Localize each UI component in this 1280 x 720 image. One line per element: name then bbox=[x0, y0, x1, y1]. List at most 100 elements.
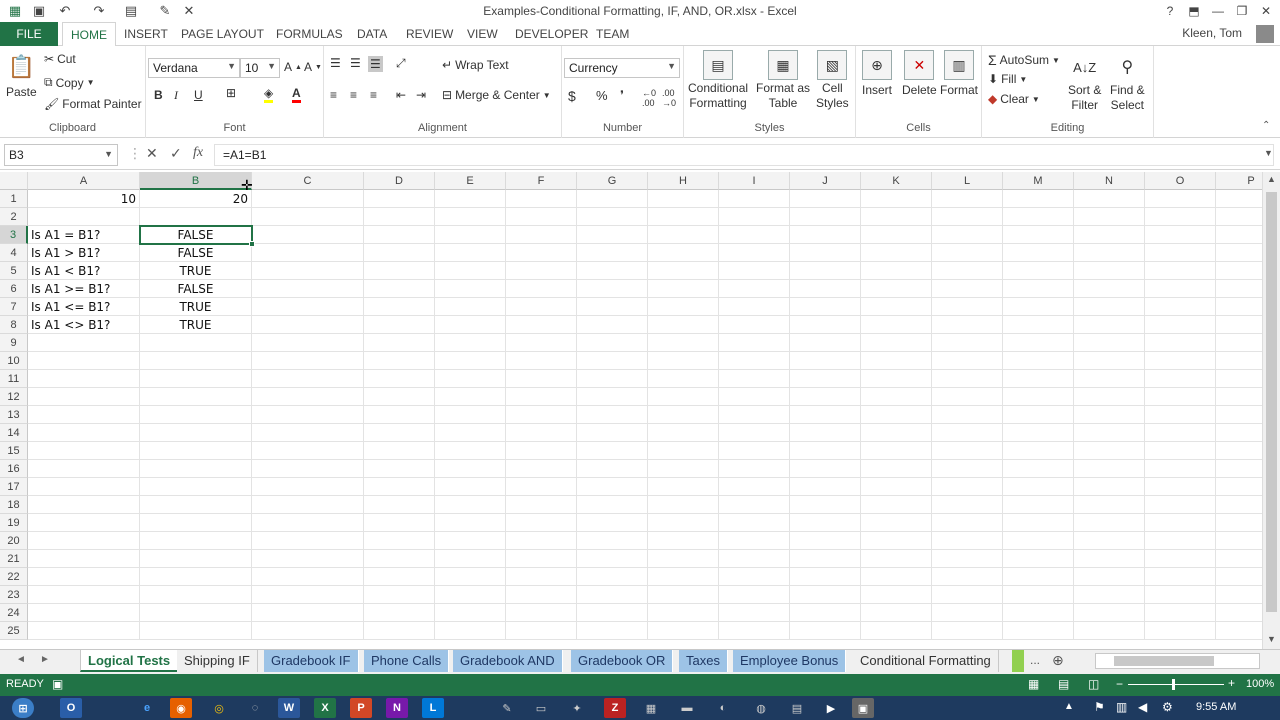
cell-p20[interactable] bbox=[1216, 532, 1262, 550]
decrease-indent-button[interactable]: ⇤ bbox=[396, 88, 406, 102]
tab-developer[interactable]: DEVELOPER bbox=[507, 22, 596, 46]
conditional-formatting-button[interactable]: ▤ Conditional Formatting bbox=[688, 50, 748, 110]
cell-p14[interactable] bbox=[1216, 424, 1262, 442]
cell-n25[interactable] bbox=[1074, 622, 1145, 640]
sheet-tab-gradebook-if[interactable]: Gradebook IF bbox=[264, 650, 359, 672]
cell-l19[interactable] bbox=[932, 514, 1003, 532]
cell-l8[interactable] bbox=[932, 316, 1003, 334]
cell-p16[interactable] bbox=[1216, 460, 1262, 478]
cell-n5[interactable] bbox=[1074, 262, 1145, 280]
cell-e21[interactable] bbox=[435, 550, 506, 568]
cell-d1[interactable] bbox=[364, 190, 435, 208]
cell-f23[interactable] bbox=[506, 586, 577, 604]
page-layout-view-icon[interactable]: ▤ bbox=[1058, 677, 1069, 691]
filezilla-icon[interactable]: Z bbox=[604, 698, 626, 718]
cell-d8[interactable] bbox=[364, 316, 435, 334]
cell-p7[interactable] bbox=[1216, 298, 1262, 316]
cell-b21[interactable] bbox=[140, 550, 252, 568]
cell-c5[interactable] bbox=[252, 262, 364, 280]
cell-e12[interactable] bbox=[435, 388, 506, 406]
cell-a4[interactable]: Is A1 > B1? bbox=[28, 244, 140, 262]
row-header-6[interactable]: 6 bbox=[0, 280, 28, 298]
cell-b20[interactable] bbox=[140, 532, 252, 550]
cell-b24[interactable] bbox=[140, 604, 252, 622]
tab-review[interactable]: REVIEW bbox=[398, 22, 461, 46]
cell-d11[interactable] bbox=[364, 370, 435, 388]
cell-c21[interactable] bbox=[252, 550, 364, 568]
clear-button[interactable]: ◆ Clear ▼ bbox=[988, 92, 1040, 106]
underline-button[interactable]: U bbox=[194, 88, 203, 102]
cell-a7[interactable]: Is A1 <= B1? bbox=[28, 298, 140, 316]
cell-h18[interactable] bbox=[648, 496, 719, 514]
cell-c14[interactable] bbox=[252, 424, 364, 442]
cell-e6[interactable] bbox=[435, 280, 506, 298]
row-header-5[interactable]: 5 bbox=[0, 262, 28, 280]
column-header-i[interactable]: I bbox=[719, 172, 790, 190]
cell-i15[interactable] bbox=[719, 442, 790, 460]
cell-f17[interactable] bbox=[506, 478, 577, 496]
cell-i5[interactable] bbox=[719, 262, 790, 280]
powerpoint-icon[interactable]: P bbox=[350, 698, 372, 718]
cell-m22[interactable] bbox=[1003, 568, 1074, 586]
autosum-button[interactable]: Σ AutoSum ▼ bbox=[988, 52, 1060, 68]
cell-c25[interactable] bbox=[252, 622, 364, 640]
cell-c17[interactable] bbox=[252, 478, 364, 496]
cell-o8[interactable] bbox=[1145, 316, 1216, 334]
cell-h16[interactable] bbox=[648, 460, 719, 478]
column-header-g[interactable]: G bbox=[577, 172, 648, 190]
cell-o3[interactable] bbox=[1145, 226, 1216, 244]
cell-e7[interactable] bbox=[435, 298, 506, 316]
cell-p4[interactable] bbox=[1216, 244, 1262, 262]
cell-a23[interactable] bbox=[28, 586, 140, 604]
cell-n1[interactable] bbox=[1074, 190, 1145, 208]
cell-g23[interactable] bbox=[577, 586, 648, 604]
cell-g6[interactable] bbox=[577, 280, 648, 298]
clock[interactable]: 9:55 AM bbox=[1196, 701, 1236, 713]
cell-h25[interactable] bbox=[648, 622, 719, 640]
cell-d13[interactable] bbox=[364, 406, 435, 424]
cell-h3[interactable] bbox=[648, 226, 719, 244]
cell-b14[interactable] bbox=[140, 424, 252, 442]
cell-i12[interactable] bbox=[719, 388, 790, 406]
cell-p3[interactable] bbox=[1216, 226, 1262, 244]
cell-o10[interactable] bbox=[1145, 352, 1216, 370]
cell-j24[interactable] bbox=[790, 604, 861, 622]
cell-j11[interactable] bbox=[790, 370, 861, 388]
tab-insert[interactable]: INSERT bbox=[116, 22, 176, 46]
cell-m8[interactable] bbox=[1003, 316, 1074, 334]
cell-l23[interactable] bbox=[932, 586, 1003, 604]
zoom-out-icon[interactable]: − bbox=[1116, 677, 1123, 691]
font-color-button[interactable]: A bbox=[292, 86, 301, 103]
cell-e5[interactable] bbox=[435, 262, 506, 280]
cell-i7[interactable] bbox=[719, 298, 790, 316]
cell-g4[interactable] bbox=[577, 244, 648, 262]
cell-b8[interactable]: TRUE bbox=[140, 316, 252, 334]
cell-c7[interactable] bbox=[252, 298, 364, 316]
cell-k22[interactable] bbox=[861, 568, 932, 586]
horizontal-scrollbar[interactable] bbox=[1095, 653, 1260, 669]
cell-m18[interactable] bbox=[1003, 496, 1074, 514]
cell-a9[interactable] bbox=[28, 334, 140, 352]
cell-o4[interactable] bbox=[1145, 244, 1216, 262]
cell-j1[interactable] bbox=[790, 190, 861, 208]
page-break-view-icon[interactable]: ◫ bbox=[1088, 677, 1099, 691]
cell-g11[interactable] bbox=[577, 370, 648, 388]
cell-f5[interactable] bbox=[506, 262, 577, 280]
cell-p12[interactable] bbox=[1216, 388, 1262, 406]
cell-c12[interactable] bbox=[252, 388, 364, 406]
zoom-level[interactable]: 100% bbox=[1246, 678, 1274, 690]
column-header-e[interactable]: E bbox=[435, 172, 506, 190]
cell-i9[interactable] bbox=[719, 334, 790, 352]
volume-icon[interactable]: ◀ bbox=[1138, 700, 1147, 714]
cell-e25[interactable] bbox=[435, 622, 506, 640]
cell-k20[interactable] bbox=[861, 532, 932, 550]
tab-team[interactable]: TEAM bbox=[588, 22, 637, 46]
cell-b2[interactable] bbox=[140, 208, 252, 226]
cell-n20[interactable] bbox=[1074, 532, 1145, 550]
paste-button[interactable]: 📋 Paste bbox=[6, 52, 37, 99]
cell-o7[interactable] bbox=[1145, 298, 1216, 316]
cell-o18[interactable] bbox=[1145, 496, 1216, 514]
cell-b16[interactable] bbox=[140, 460, 252, 478]
cell-m9[interactable] bbox=[1003, 334, 1074, 352]
cell-g3[interactable] bbox=[577, 226, 648, 244]
